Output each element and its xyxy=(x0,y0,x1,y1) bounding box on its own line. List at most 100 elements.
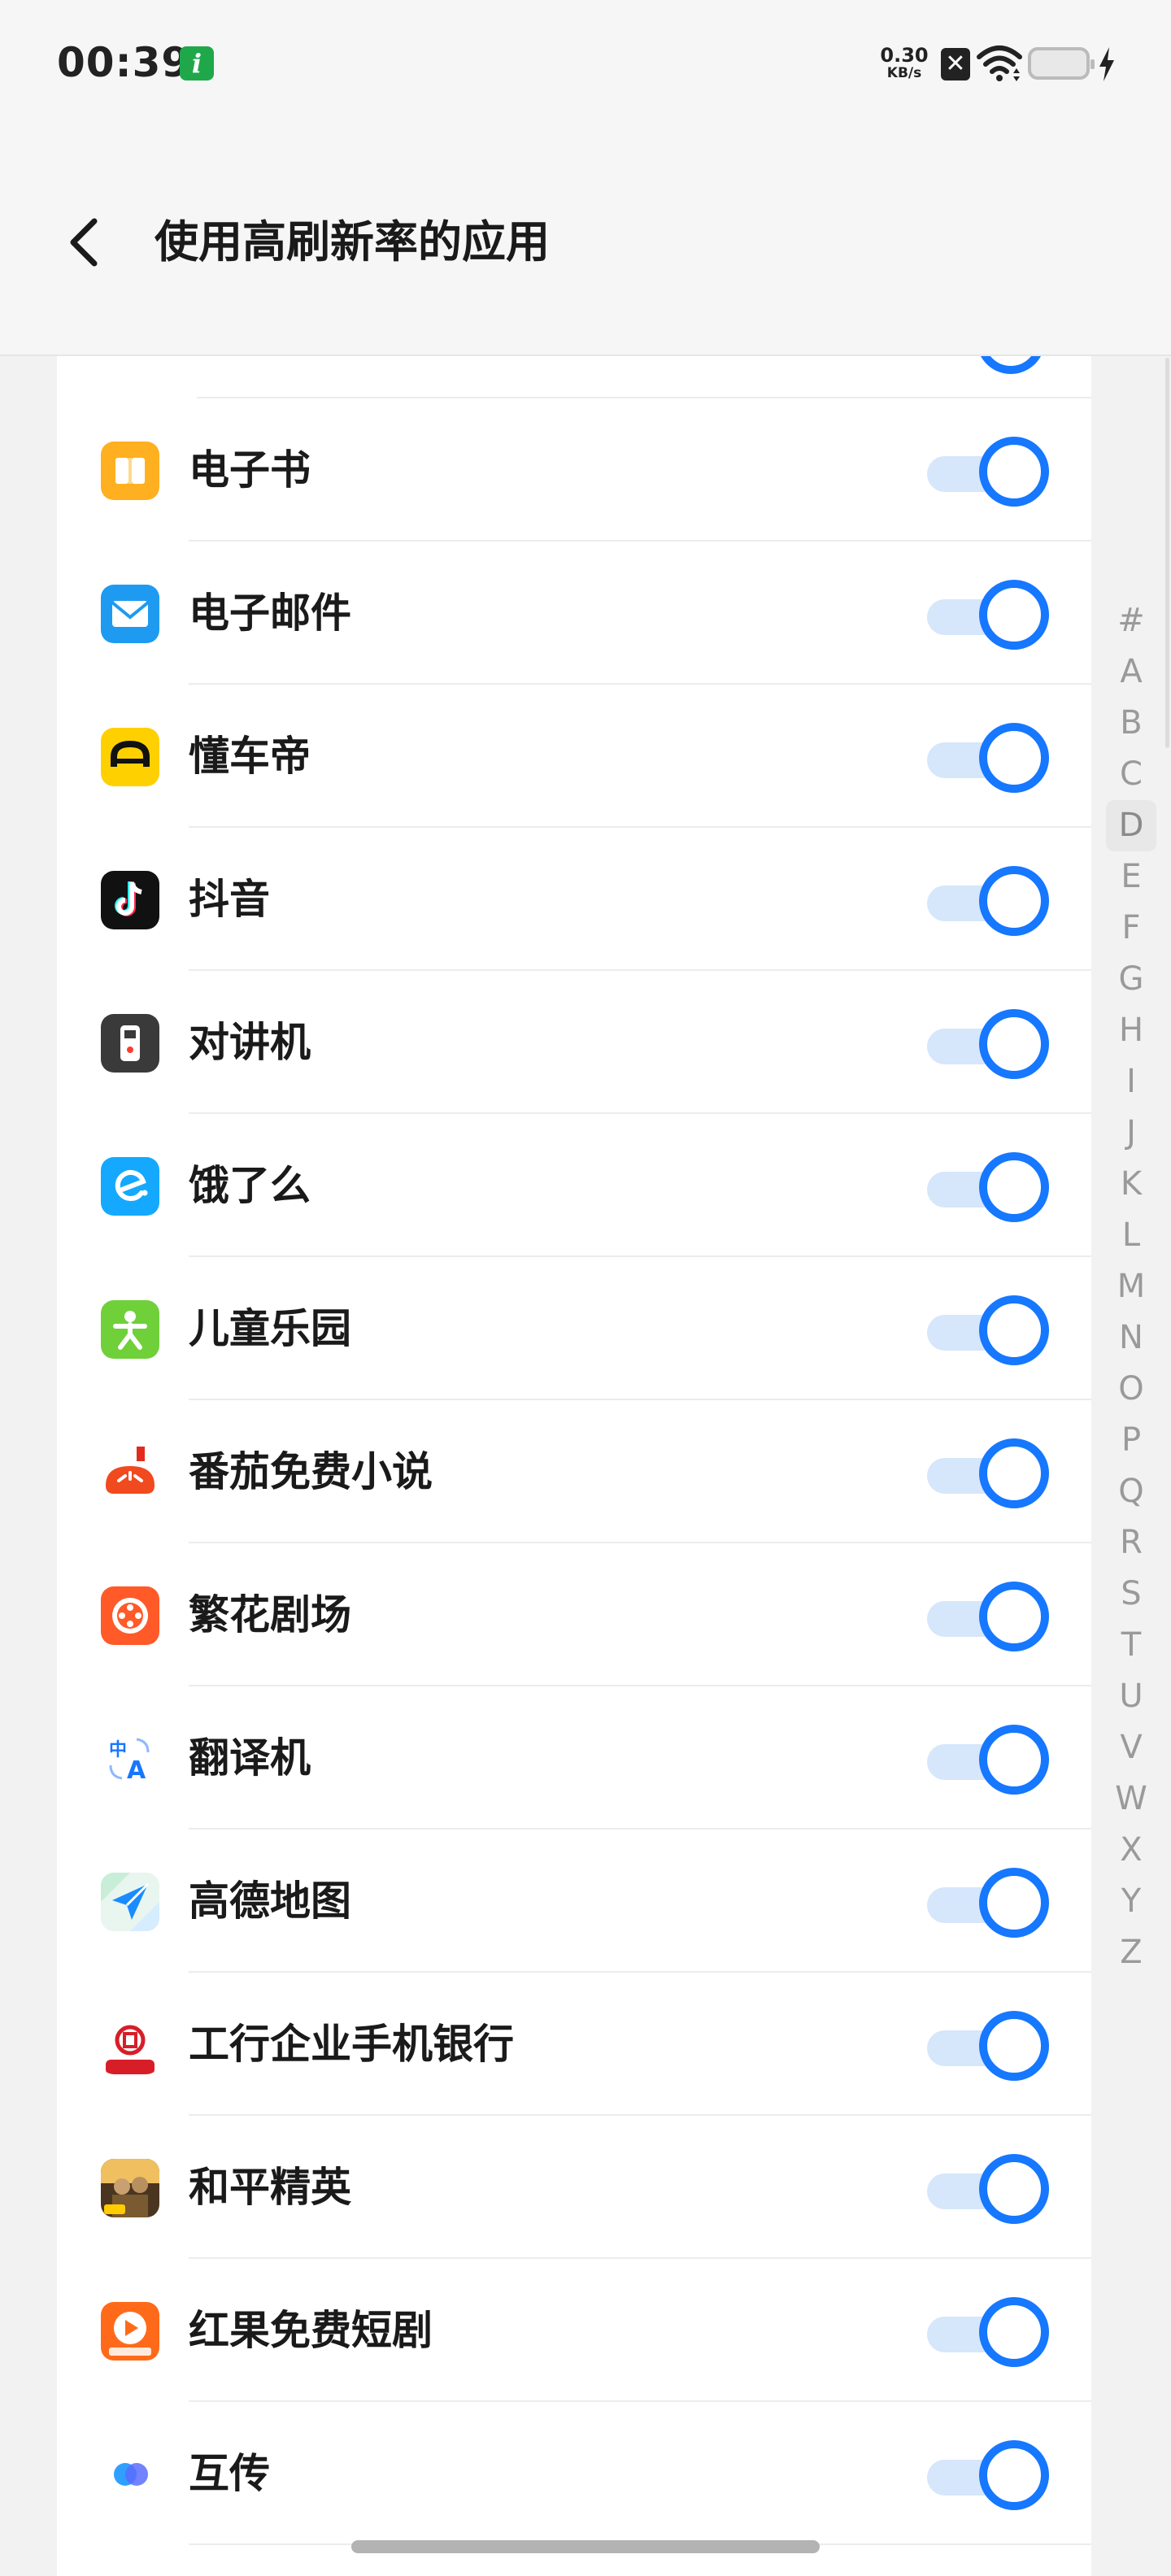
toggle-knob xyxy=(979,1438,1049,1508)
alphabet-index[interactable]: # A B C D E F G H I J K L M N O P Q R S T U V W X Y Z xyxy=(1106,595,1156,1978)
refresh-rate-toggle[interactable] xyxy=(927,436,1051,507)
alphabet-letter[interactable]: M xyxy=(1106,1261,1156,1312)
app-row[interactable]: 番茄免费小说 xyxy=(57,1400,1091,1543)
app-name: 抖音 xyxy=(189,876,270,923)
alphabet-letter[interactable]: C xyxy=(1106,749,1156,800)
app-name: 饿了么 xyxy=(189,1162,311,1209)
refresh-rate-toggle[interactable] xyxy=(927,2153,1051,2225)
app-row[interactable]: 工行企业手机银行 xyxy=(57,1973,1091,2116)
alphabet-letter[interactable]: # xyxy=(1106,595,1156,646)
app-row[interactable]: 互传 xyxy=(57,2402,1091,2545)
home-indicator[interactable] xyxy=(351,2540,820,2553)
app-name: 互传 xyxy=(189,2450,270,2497)
toggle-knob xyxy=(979,1152,1049,1222)
app-name: 工行企业手机银行 xyxy=(189,2021,514,2068)
app-name: 电子书 xyxy=(189,446,311,494)
alphabet-letter[interactable]: S xyxy=(1106,1569,1156,1620)
alphabet-letter[interactable]: W xyxy=(1106,1773,1156,1825)
refresh-rate-toggle[interactable] xyxy=(927,1151,1051,1223)
app-row[interactable]: 电子书 xyxy=(57,398,1091,542)
alphabet-letter[interactable]: U xyxy=(1106,1671,1156,1722)
app-row[interactable]: 懂车帝 xyxy=(57,685,1091,828)
app-row[interactable]: 中 A 翻译机 xyxy=(57,1686,1091,1830)
battery-icon xyxy=(1028,47,1095,80)
alphabet-letter[interactable]: L xyxy=(1106,1210,1156,1261)
alphabet-letter[interactable]: A xyxy=(1106,646,1156,698)
toggle-knob xyxy=(979,723,1049,793)
alphabet-letter[interactable]: N xyxy=(1106,1312,1156,1364)
toggle-knob xyxy=(979,2297,1049,2367)
refresh-rate-toggle[interactable] xyxy=(927,1867,1051,1939)
ebook-icon xyxy=(101,442,159,500)
app-name: 高德地图 xyxy=(189,1878,351,1925)
app-name: 红果免费短剧 xyxy=(189,2307,433,2354)
scrollbar[interactable] xyxy=(1165,358,1169,748)
alphabet-letter[interactable]: V xyxy=(1106,1722,1156,1773)
app-row[interactable]: 电子邮件 xyxy=(57,542,1091,685)
alphabet-letter[interactable]: Y xyxy=(1106,1876,1156,1927)
toggle-knob xyxy=(979,1868,1049,1938)
alphabet-letter[interactable]: B xyxy=(1106,698,1156,749)
toggle-knob xyxy=(979,1582,1049,1651)
refresh-rate-toggle[interactable] xyxy=(927,1295,1051,1366)
share-icon xyxy=(101,2445,159,2504)
alphabet-letter[interactable]: F xyxy=(1106,903,1156,954)
app-name: 电子邮件 xyxy=(189,590,351,637)
peace-elite-icon xyxy=(101,2159,159,2217)
screen: 00:39 i 0.30 KB/s ✕ 使用高刷新率的应用 电子书 电子邮件 懂车帝… xyxy=(0,0,1171,2576)
toggle-knob xyxy=(979,2440,1049,2510)
alphabet-letter[interactable]: Q xyxy=(1106,1466,1156,1517)
previous-row-toggle[interactable] xyxy=(977,356,1045,374)
status-bar: 00:39 i 0.30 KB/s ✕ xyxy=(0,0,1171,130)
svg-text:中: 中 xyxy=(109,1740,127,1760)
alphabet-letter[interactable]: X xyxy=(1106,1825,1156,1876)
toggle-knob xyxy=(979,437,1049,507)
app-name: 翻译机 xyxy=(189,1734,311,1782)
walkie-talkie-icon xyxy=(101,1014,159,1073)
info-icon: i xyxy=(180,46,214,80)
eleme-icon xyxy=(101,1157,159,1216)
alphabet-letter[interactable]: I xyxy=(1106,1056,1156,1107)
alphabet-letter[interactable]: H xyxy=(1106,1005,1156,1056)
alphabet-letter[interactable]: R xyxy=(1106,1517,1156,1569)
refresh-rate-toggle[interactable] xyxy=(927,1438,1051,1509)
app-row[interactable]: 和平精英 xyxy=(57,2116,1091,2259)
refresh-rate-toggle[interactable] xyxy=(927,722,1051,794)
toggle-knob xyxy=(979,1295,1049,1365)
hongguo-icon xyxy=(101,2302,159,2361)
alphabet-letter[interactable]: E xyxy=(1106,851,1156,903)
alphabet-letter[interactable]: T xyxy=(1106,1620,1156,1671)
refresh-rate-toggle[interactable] xyxy=(927,1581,1051,1652)
alphabet-letter[interactable]: K xyxy=(1106,1159,1156,1210)
alphabet-letter[interactable]: D xyxy=(1106,800,1156,851)
refresh-rate-toggle[interactable] xyxy=(927,2296,1051,2368)
dongchedi-icon xyxy=(101,728,159,786)
app-name: 繁花剧场 xyxy=(189,1591,351,1638)
back-arrow-icon[interactable] xyxy=(62,210,111,275)
alphabet-letter[interactable]: P xyxy=(1106,1415,1156,1466)
refresh-rate-toggle[interactable] xyxy=(927,865,1051,937)
refresh-rate-toggle[interactable] xyxy=(927,2010,1051,2082)
alphabet-letter[interactable]: Z xyxy=(1106,1927,1156,1978)
refresh-rate-toggle[interactable] xyxy=(927,1008,1051,1080)
app-row[interactable]: 红果免费短剧 xyxy=(57,2259,1091,2402)
alphabet-letter[interactable]: O xyxy=(1106,1364,1156,1415)
translator-icon: 中A xyxy=(101,1730,159,1788)
app-row[interactable]: 高德地图 xyxy=(57,1830,1091,1973)
alphabet-letter[interactable]: J xyxy=(1106,1107,1156,1159)
icbc-icon xyxy=(101,2016,159,2074)
app-row[interactable]: 繁花剧场 xyxy=(57,1543,1091,1686)
douyin-icon xyxy=(101,871,159,929)
app-row[interactable]: 儿童乐园 xyxy=(57,1257,1091,1400)
app-row[interactable]: 对讲机 xyxy=(57,971,1091,1114)
app-row[interactable]: 饿了么 xyxy=(57,1114,1091,1257)
refresh-rate-toggle[interactable] xyxy=(927,1724,1051,1795)
alphabet-letter[interactable]: G xyxy=(1106,954,1156,1005)
app-row[interactable]: 抖音 xyxy=(57,828,1091,971)
toggle-knob xyxy=(979,580,1049,650)
network-speed-unit: KB/s xyxy=(886,65,922,81)
toggle-knob xyxy=(979,2154,1049,2224)
refresh-rate-toggle[interactable] xyxy=(927,579,1051,651)
app-name: 对讲机 xyxy=(189,1019,311,1066)
refresh-rate-toggle[interactable] xyxy=(927,2439,1051,2511)
